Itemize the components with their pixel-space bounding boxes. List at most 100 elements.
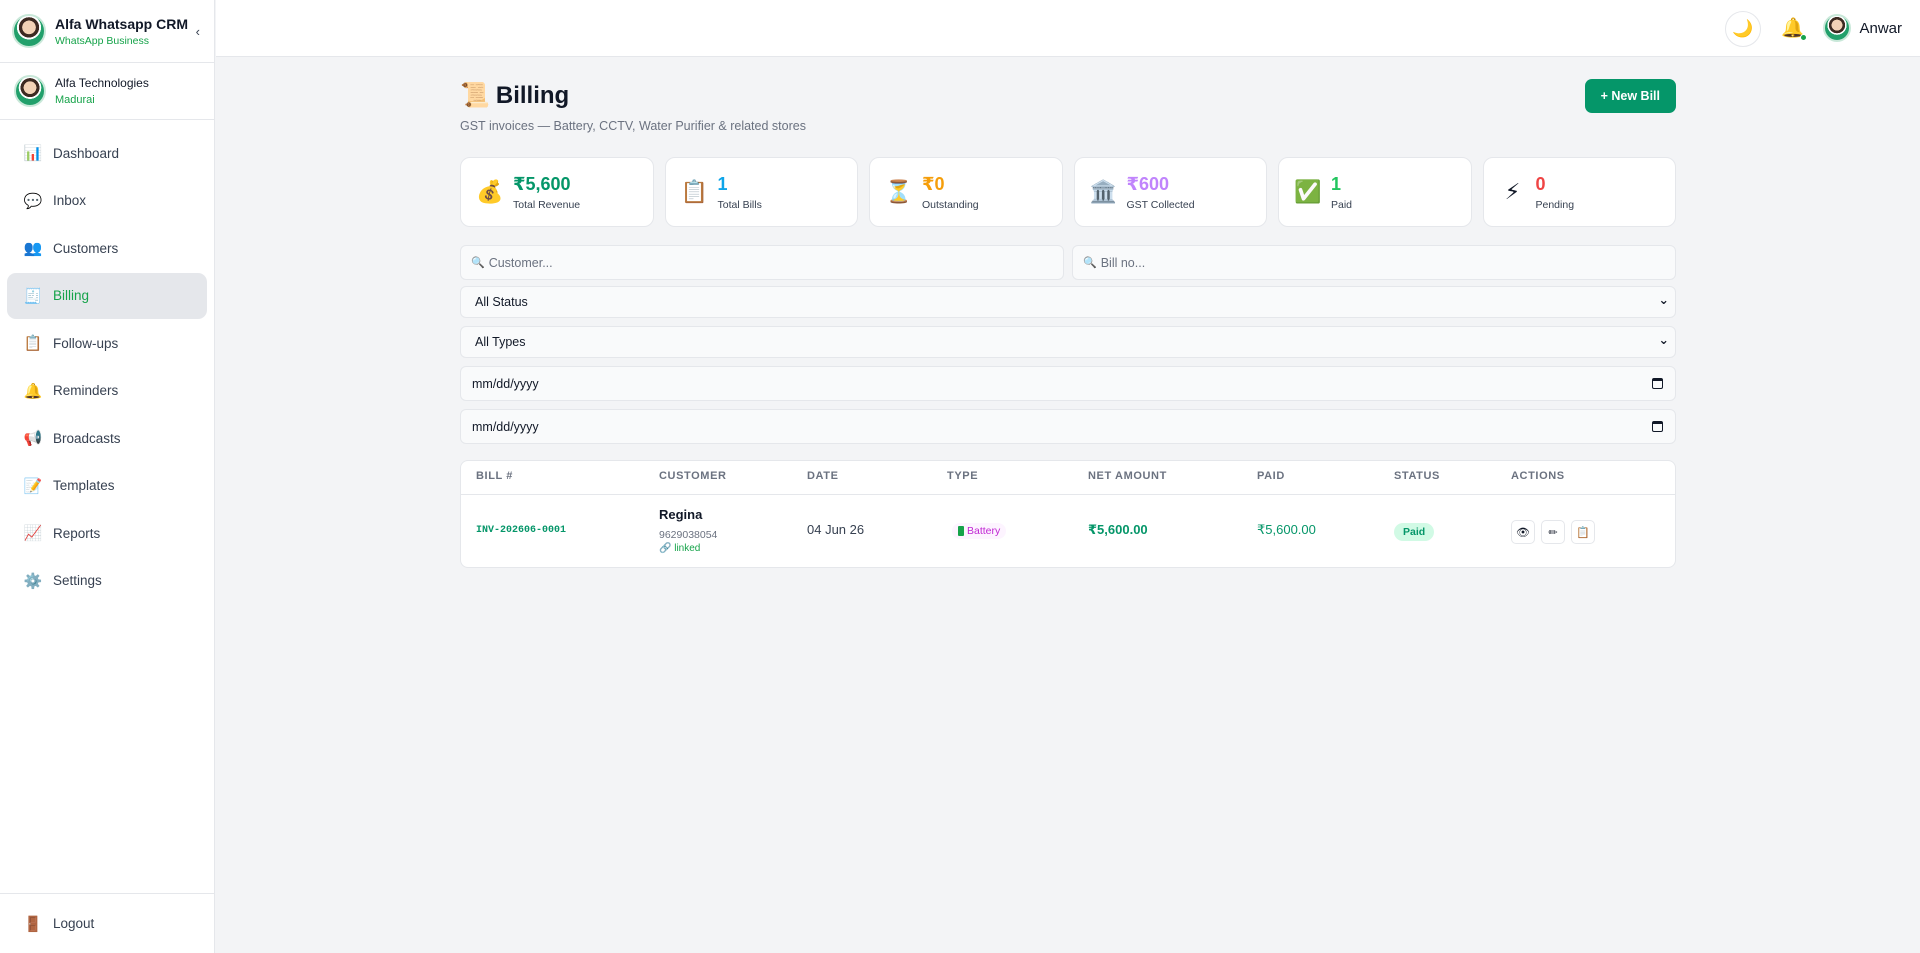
stat-value: 1 (717, 173, 728, 194)
scroll-icon: 📜 (460, 82, 490, 109)
page-title: 📜 Billing (460, 81, 569, 110)
linked-badge: 🔗 linked (659, 543, 701, 554)
stat-value: 0 (1535, 173, 1546, 194)
logout-icon: 🚪 (23, 915, 43, 933)
theme-toggle-button[interactable]: 🌙 (1725, 11, 1761, 47)
check-icon: ✅ (1294, 179, 1322, 204)
type-badge: Battery (952, 523, 1007, 539)
stat-label: Total Revenue (513, 198, 581, 211)
stat-label: Total Bills (717, 198, 762, 211)
bills-table: BILL # CUSTOMER DATE TYPE NET AMOUNT PAI… (460, 460, 1676, 568)
new-bill-button[interactable]: + New Bill (1584, 79, 1676, 113)
column-header: STATUS (1394, 470, 1440, 482)
table-header: BILL # CUSTOMER DATE TYPE NET AMOUNT PAI… (461, 461, 1675, 495)
stat-card-paid: ✅ 1 Paid (1278, 157, 1472, 227)
pencil-icon: ✏ (1548, 526, 1558, 539)
user-menu[interactable]: Anwar (1823, 14, 1902, 42)
brand-subtitle: WhatsApp Business (55, 34, 149, 47)
sidebar-item-label: Inbox (53, 193, 87, 208)
battery-icon (958, 526, 964, 536)
date-from-input[interactable]: mm/dd/yyyy (460, 366, 1676, 401)
sidebar-item-reports[interactable]: 📈 Reports (7, 510, 207, 556)
sidebar-item-dashboard[interactable]: 📊 Dashboard (7, 130, 207, 176)
sidebar-item-label: Reports (53, 525, 101, 541)
date-to-input[interactable]: mm/dd/yyyy (460, 409, 1676, 444)
type-select[interactable]: All Types ⌄ (460, 326, 1676, 358)
sidebar-item-label: Settings (53, 573, 102, 588)
date-from-value: mm/dd/yyyy (472, 376, 539, 391)
sidebar-nav: 📊 Dashboard 💬 Inbox 👥 Customers 🧾 Billin… (0, 120, 214, 604)
lightning-icon: ⚡ (1504, 179, 1521, 204)
row-actions: 👁 ✏ 📋 (1511, 520, 1595, 544)
brand-title: Alfa Whatsapp CRM (55, 15, 188, 32)
bill-date: 04 Jun 26 (807, 522, 865, 537)
sidebar-item-billing[interactable]: 🧾 Billing (7, 272, 207, 319)
broadcasts-icon: 📢 (23, 430, 43, 447)
inbox-icon: 💬 (23, 192, 43, 210)
sidebar-item-templates[interactable]: 📝 Templates (7, 463, 207, 509)
page-subtitle: GST invoices — Battery, CCTV, Water Puri… (460, 119, 806, 133)
search-icon: 🔍 (1083, 257, 1097, 269)
stat-label: Outstanding (922, 198, 979, 211)
top-bar: 🌙 🔔 Anwar (216, 0, 1920, 57)
column-header: TYPE (947, 470, 979, 482)
clipboard-icon: 📋 (680, 179, 709, 204)
status-select[interactable]: All Status ⌄ (460, 286, 1676, 318)
reports-icon: 📈 (23, 525, 43, 542)
notification-dot (1800, 34, 1807, 41)
collapse-sidebar-icon[interactable]: ‹ (196, 24, 200, 39)
stat-card-gst-collected: 🏛️ ₹600 GST Collected (1073, 157, 1267, 227)
stat-card-total-bills: 📋 1 Total Bills (664, 157, 858, 227)
bill-number[interactable]: INV-202606-0001 (476, 525, 566, 536)
customer-search-input[interactable]: 🔍 Customer... (460, 245, 1064, 280)
moon-icon: 🌙 (1732, 19, 1754, 38)
table-row[interactable]: INV-202606-0001 Regina 9629038054 🔗 link… (461, 495, 1675, 568)
settings-icon: ⚙️ (23, 572, 43, 590)
edit-button[interactable]: ✏ (1541, 520, 1565, 544)
page-header: 📜 Billing GST invoices — Battery, CCTV, … (460, 57, 1676, 157)
notifications-button[interactable]: 🔔 (1781, 16, 1807, 41)
billing-icon: 🧾 (23, 287, 43, 305)
hourglass-icon: ⏳ (885, 179, 913, 204)
stat-value: ₹600 (1126, 173, 1170, 194)
column-header: CUSTOMER (659, 470, 727, 482)
sidebar-item-label: Follow-ups (53, 335, 119, 351)
copy-button[interactable]: 📋 (1571, 520, 1595, 544)
column-header: DATE (807, 470, 839, 482)
sidebar-item-label: Reminders (53, 383, 119, 398)
column-header: BILL # (476, 470, 514, 482)
sidebar-item-customers[interactable]: 👥 Customers (7, 225, 207, 271)
bill-search-placeholder: Bill no... (1100, 255, 1146, 270)
sidebar-item-follow-ups[interactable]: 📋 Follow-ups (7, 320, 207, 366)
money-bag-icon: 💰 (476, 179, 504, 204)
calendar-icon[interactable] (1652, 421, 1663, 432)
user-name: Anwar (1859, 19, 1902, 37)
sidebar-item-label: Broadcasts (53, 430, 121, 446)
org-switcher[interactable]: Alfa Technologies Madurai (0, 63, 214, 120)
customer-search-placeholder: Customer... (488, 255, 553, 270)
status-badge: Paid (1394, 523, 1435, 541)
sidebar-item-broadcasts[interactable]: 📢 Broadcasts (7, 415, 207, 461)
org-avatar (14, 75, 46, 107)
bill-search-input[interactable]: 🔍 Bill no... (1072, 245, 1676, 280)
stat-value: 1 (1331, 173, 1342, 194)
avatar (1823, 14, 1852, 42)
view-button[interactable]: 👁 (1511, 520, 1535, 544)
logout-button[interactable]: 🚪 Logout (0, 893, 214, 953)
reminders-icon: 🔔 (23, 382, 43, 400)
stat-value: ₹0 (922, 173, 945, 194)
sidebar-item-label: Billing (53, 288, 90, 303)
sidebar-item-inbox[interactable]: 💬 Inbox (7, 178, 207, 224)
sidebar-item-reminders[interactable]: 🔔 Reminders (7, 368, 207, 414)
calendar-icon[interactable] (1652, 378, 1663, 389)
stat-label: Pending (1535, 198, 1575, 211)
eye-icon: 👁 (1516, 526, 1530, 539)
type-select-value: All Types (475, 335, 526, 349)
brand-header: Alfa Whatsapp CRM WhatsApp Business ‹ (0, 0, 214, 63)
type-label: Battery (967, 525, 1001, 537)
customers-icon: 👥 (23, 240, 43, 257)
sidebar-item-settings[interactable]: ⚙️ Settings (7, 558, 207, 604)
sidebar-item-label: Templates (53, 478, 115, 493)
sidebar-item-label: Dashboard (53, 145, 120, 161)
net-amount: ₹5,600.00 (1088, 522, 1148, 537)
